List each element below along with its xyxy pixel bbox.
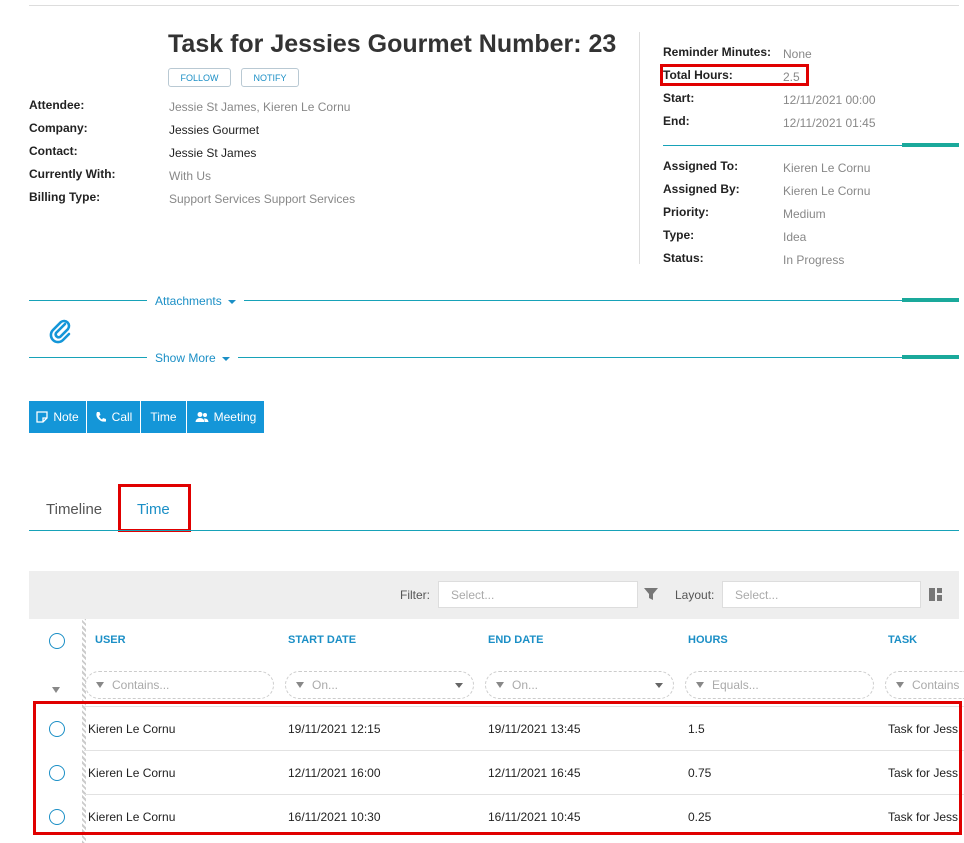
column-header-task[interactable]: TASK	[888, 634, 917, 646]
type-label: Type:	[663, 228, 695, 242]
filter-select[interactable]: Select...	[438, 581, 638, 608]
funnel-icon	[296, 682, 304, 688]
end-value: 12/11/2021 01:45	[783, 116, 876, 130]
attachments-label: Attachments	[155, 294, 222, 308]
contact-value[interactable]: Jessie St James	[169, 146, 256, 160]
reminder-minutes-label: Reminder Minutes:	[663, 45, 772, 59]
note-icon	[36, 411, 48, 423]
right-divider	[663, 145, 903, 146]
attachments-divider-accent	[902, 298, 959, 302]
attendee-label: Attendee:	[29, 98, 85, 112]
column-header-hours[interactable]: HOURS	[688, 634, 728, 646]
funnel-icon	[896, 682, 904, 688]
time-label: Time	[150, 410, 177, 424]
attendee-value: Jessie St James, Kieren Le Cornu	[169, 100, 351, 114]
time-tab-highlight	[118, 484, 191, 532]
column-header-end-date[interactable]: END DATE	[488, 634, 543, 646]
end-label: End:	[663, 114, 690, 128]
details-divider	[639, 32, 640, 264]
company-value[interactable]: Jessies Gourmet	[169, 123, 259, 137]
select-all-checkbox[interactable]	[49, 633, 65, 649]
start-value: 12/11/2021 00:00	[783, 93, 876, 107]
user-filter-placeholder: Contains...	[112, 678, 170, 692]
reminder-minutes-value: None	[783, 47, 812, 61]
task-filter-input[interactable]: Contains	[885, 671, 964, 699]
rows-highlight	[33, 701, 962, 835]
layout-select[interactable]: Select...	[722, 581, 921, 608]
priority-label: Priority:	[663, 205, 710, 219]
end-date-filter-input[interactable]: On...	[485, 671, 674, 699]
meeting-button[interactable]: Meeting	[187, 401, 264, 433]
priority-value: Medium	[783, 207, 826, 221]
company-label: Company:	[29, 121, 88, 135]
funnel-icon	[96, 682, 104, 688]
chevron-down-icon	[455, 683, 463, 688]
currently-with-value: With Us	[169, 169, 211, 183]
layout-label: Layout:	[675, 588, 715, 602]
assigned-to-label: Assigned To:	[663, 159, 739, 173]
call-button[interactable]: Call	[87, 401, 140, 433]
people-icon	[195, 412, 209, 422]
type-value: Idea	[783, 230, 807, 244]
note-label: Note	[53, 410, 79, 424]
end-date-filter-placeholder: On...	[512, 678, 539, 692]
show-more-divider-accent	[902, 355, 959, 359]
start-label: Start:	[663, 91, 695, 105]
column-header-start-date[interactable]: START DATE	[288, 634, 356, 646]
page-title: Task for Jessies Gourmet Number: 23	[168, 30, 617, 58]
funnel-icon	[696, 682, 704, 688]
tabs-underline	[29, 530, 959, 531]
notify-button[interactable]: NOTIFY	[241, 68, 299, 87]
filter-label: Filter:	[400, 588, 430, 602]
caret-down-icon	[221, 356, 230, 361]
tab-timeline[interactable]: Timeline	[46, 501, 102, 518]
note-button[interactable]: Note	[29, 401, 86, 433]
billing-type-value: Support Services Support Services	[169, 192, 356, 206]
meeting-label: Meeting	[213, 410, 257, 424]
assigned-by-value: Kieren Le Cornu	[783, 184, 871, 198]
billing-type-label: Billing Type:	[29, 190, 101, 204]
contact-label: Contact:	[29, 144, 78, 158]
status-value: In Progress	[783, 253, 845, 267]
assigned-to-value: Kieren Le Cornu	[783, 161, 871, 175]
caret-down-icon	[227, 299, 236, 304]
user-filter-input[interactable]: Contains...	[85, 671, 274, 699]
currently-with-label: Currently With:	[29, 167, 116, 181]
total-hours-highlight	[660, 64, 809, 86]
row-filter-icon	[52, 682, 60, 696]
attachments-toggle[interactable]: Attachments	[147, 294, 244, 308]
column-header-user[interactable]: USER	[95, 634, 126, 646]
right-divider-accent	[902, 143, 959, 147]
task-filter-placeholder: Contains	[912, 678, 960, 692]
layout-icon[interactable]	[928, 587, 944, 603]
follow-button[interactable]: FOLLOW	[168, 68, 231, 87]
show-more-toggle[interactable]: Show More	[147, 351, 238, 365]
chevron-down-icon	[655, 683, 663, 688]
paperclip-icon[interactable]	[48, 318, 72, 344]
funnel-icon	[496, 682, 504, 688]
start-date-filter-input[interactable]: On...	[285, 671, 474, 699]
start-date-filter-placeholder: On...	[312, 678, 339, 692]
top-divider	[29, 5, 959, 6]
show-more-label: Show More	[155, 351, 216, 365]
status-label: Status:	[663, 251, 704, 265]
time-button[interactable]: Time	[141, 401, 186, 433]
hours-filter-placeholder: Equals...	[712, 678, 759, 692]
assigned-by-label: Assigned By:	[663, 182, 740, 196]
call-label: Call	[111, 410, 133, 424]
phone-icon	[96, 412, 106, 422]
hours-filter-input[interactable]: Equals...	[685, 671, 874, 699]
filter-icon[interactable]	[643, 587, 659, 601]
